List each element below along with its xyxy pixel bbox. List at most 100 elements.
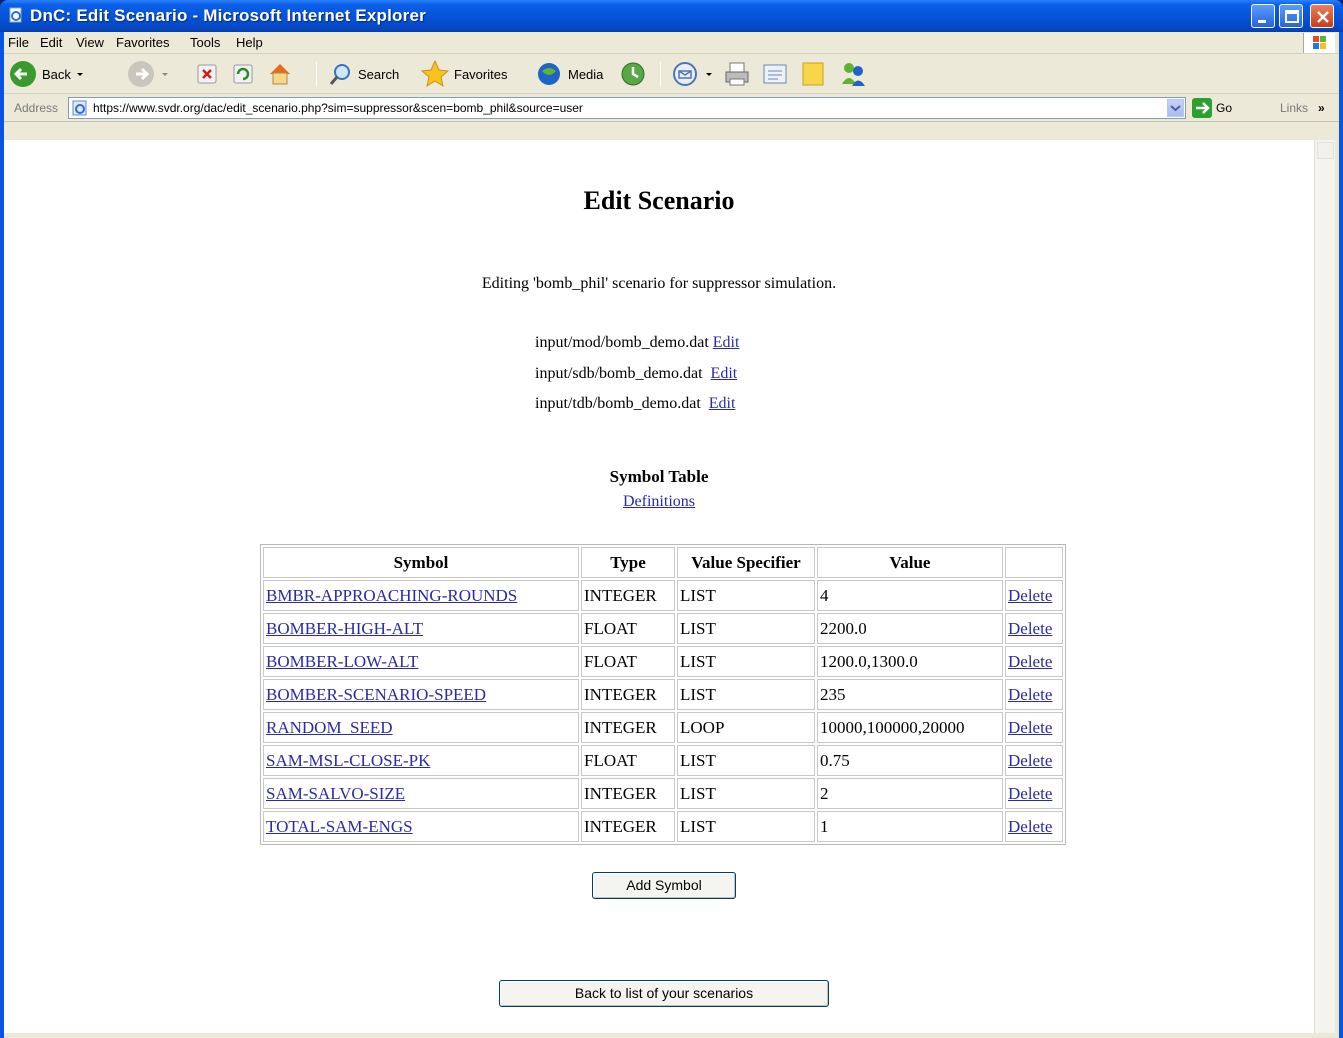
windows-logo-icon [1303,33,1335,53]
delete-link[interactable]: Delete [1008,751,1052,770]
edit-icon [763,64,787,84]
menu-favorites[interactable]: Favorites [116,35,169,50]
edit-page-button[interactable] [760,58,790,90]
back-arrow-icon [10,61,36,87]
menu-bar: File Edit View Favorites Tools Help [4,32,1339,54]
column-header-value-specifier: Value Specifier [677,547,815,578]
symbol-link[interactable]: SAM-MSL-CLOSE-PK [266,751,430,770]
table-row: BOMBER-LOW-ALT FLOAT LIST 1200.0,1300.0 … [263,646,1063,677]
symbol-link[interactable]: BOMBER-SCENARIO-SPEED [266,685,486,704]
symbol-type: INTEGER [581,580,675,611]
delete-link[interactable]: Delete [1008,718,1052,737]
browser-window: DnC: Edit Scenario - Microsoft Internet … [0,0,1343,1038]
scroll-up-button[interactable] [1317,142,1334,159]
page-title: Edit Scenario [583,186,735,215]
refresh-button[interactable] [232,58,254,90]
symbol-link[interactable]: BOMBER-LOW-ALT [266,652,418,671]
chevron-down-icon [76,73,83,76]
symbol-link[interactable]: SAM-SALVO-SIZE [266,784,405,803]
table-row: SAM-MSL-CLOSE-PK FLOAT LIST 0.75 Delete [263,745,1063,776]
forward-button[interactable] [126,58,170,90]
table-row: BOMBER-HIGH-ALT FLOAT LIST 2200.0 Delete [263,613,1063,644]
symbol-link[interactable]: RANDOM_SEED [266,718,393,737]
file-path: input/mod/bomb_demo.dat [535,334,709,351]
maximize-button[interactable] [1279,4,1303,28]
back-button[interactable]: Back [8,58,85,90]
menu-tools[interactable]: Tools [190,35,220,50]
symbol-link[interactable]: BMBR-APPROACHING-ROUNDS [266,586,517,605]
symbol-table: Symbol Type Value Specifier Value BMBR-A… [260,544,1066,845]
symbol-type: INTEGER [581,811,675,842]
edit-file-link[interactable]: Edit [713,334,740,351]
table-row: TOTAL-SAM-ENGS INTEGER LIST 1 Delete [263,811,1063,842]
maximize-icon [1285,10,1299,23]
mail-button[interactable] [670,58,714,90]
links-chevron[interactable]: » [1318,101,1325,115]
back-to-scenarios-button[interactable]: Back to list of your scenarios [499,980,829,1007]
symbol-spec: LIST [677,679,815,710]
file-row: input/sdb/bomb_demo.dat Edit [535,359,739,390]
star-icon [420,59,450,88]
close-button[interactable] [1310,4,1334,28]
symbol-value: 2 [817,778,1003,809]
print-button[interactable] [722,58,752,90]
messenger-button[interactable] [838,58,868,90]
file-row: input/mod/bomb_demo.dat Edit [535,328,739,359]
column-header-action [1005,547,1063,578]
close-icon [1317,11,1329,23]
delete-link[interactable]: Delete [1008,619,1052,638]
go-button[interactable]: Go [1192,98,1232,118]
delete-link[interactable]: Delete [1008,817,1052,836]
definitions-link[interactable]: Definitions [623,493,695,510]
menu-edit[interactable]: Edit [40,35,62,50]
vertical-scrollbar[interactable] [1314,140,1335,1033]
table-row: BOMBER-SCENARIO-SPEED INTEGER LIST 235 D… [263,679,1063,710]
delete-link[interactable]: Delete [1008,685,1052,704]
delete-link[interactable]: Delete [1008,586,1052,605]
address-dropdown-button[interactable] [1167,99,1184,117]
symbol-spec: LIST [677,613,815,644]
table-row: SAM-SALVO-SIZE INTEGER LIST 2 Delete [263,778,1063,809]
title-bar[interactable]: DnC: Edit Scenario - Microsoft Internet … [0,0,1343,32]
symbol-value: 2200.0 [817,613,1003,644]
delete-link[interactable]: Delete [1008,784,1052,803]
search-icon [329,64,350,85]
file-path: input/sdb/bomb_demo.dat [535,364,703,382]
symbol-value: 1200.0,1300.0 [817,646,1003,677]
symbol-link[interactable]: TOTAL-SAM-ENGS [266,817,413,836]
symbol-type: FLOAT [581,646,675,677]
discuss-button[interactable] [798,58,828,90]
favorites-button[interactable]: Favorites [420,58,507,90]
symbol-value: 235 [817,679,1003,710]
toolbar: Back Search Favorites Media [4,54,1339,94]
ie-page-icon [72,100,87,116]
add-symbol-button[interactable]: Add Symbol [592,872,736,899]
edit-file-link[interactable]: Edit [709,395,736,412]
stop-button[interactable] [196,58,218,90]
menu-view[interactable]: View [76,35,104,50]
symbol-value: 1 [817,811,1003,842]
delete-link[interactable]: Delete [1008,652,1052,671]
menu-help[interactable]: Help [236,35,263,50]
go-arrow-icon [1192,98,1212,118]
toolbar-separator [660,62,661,86]
symbol-value: 10000,100000,20000 [817,712,1003,743]
address-url: https://www.svdr.org/dac/edit_scenario.p… [93,101,583,115]
address-input[interactable]: https://www.svdr.org/dac/edit_scenario.p… [68,97,1186,119]
input-files-list: input/mod/bomb_demo.dat Edit input/sdb/b… [535,328,739,420]
links-toolbar[interactable]: Links» [1280,101,1325,115]
symbol-link[interactable]: BOMBER-HIGH-ALT [266,619,423,638]
table-row: RANDOM_SEED INTEGER LOOP 10000,100000,20… [263,712,1063,743]
chevron-down-icon [1170,105,1181,112]
note-icon [802,62,824,86]
minimize-button[interactable] [1251,4,1275,28]
chevron-down-icon [162,73,168,76]
menu-file[interactable]: File [8,35,29,50]
home-button[interactable] [266,58,294,90]
symbol-spec: LIST [677,580,815,611]
edit-file-link[interactable]: Edit [711,365,738,382]
column-header-type: Type [581,547,675,578]
media-button[interactable]: Media [534,58,603,90]
history-button[interactable] [618,58,648,90]
search-button[interactable]: Search [328,58,399,90]
